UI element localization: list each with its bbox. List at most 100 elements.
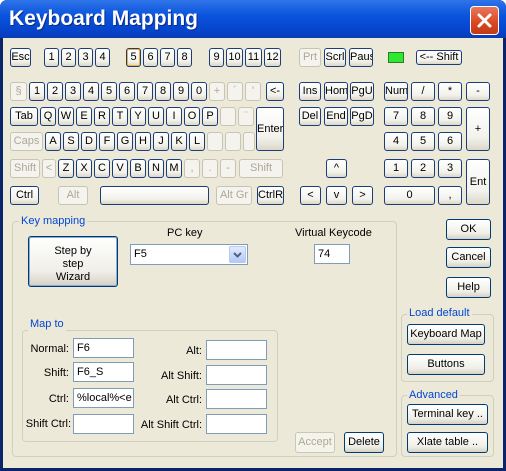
key-alt-gr[interactable]: Alt Gr — [216, 186, 252, 205]
key-f9[interactable]: 9 — [209, 48, 224, 67]
key-n[interactable]: N — [148, 159, 164, 178]
pc-key-select[interactable]: F5 — [130, 244, 248, 265]
key-8[interactable]: 8 — [155, 82, 171, 101]
key-ctrl-right[interactable]: CtrlR — [257, 186, 284, 205]
key-acute[interactable]: ´ — [227, 82, 243, 101]
alt-shift-ctrl-field[interactable] — [206, 414, 267, 434]
key-enter[interactable]: Enter — [256, 107, 284, 151]
ctrl-field[interactable]: %local%<e — [73, 388, 134, 408]
key-scrl[interactable]: Scrl — [324, 48, 346, 67]
key-num-7[interactable]: 7 — [384, 107, 408, 126]
key-num-8[interactable]: 8 — [411, 107, 435, 126]
key-o[interactable]: O — [184, 107, 200, 126]
key-aring[interactable] — [220, 107, 236, 126]
key-q[interactable]: Q — [40, 107, 56, 126]
key-section[interactable]: § — [10, 82, 27, 101]
key-ctrl-left[interactable]: Ctrl — [10, 186, 39, 205]
key-quote[interactable] — [243, 132, 255, 151]
key-4[interactable]: 4 — [83, 82, 99, 101]
key-f5[interactable]: 5 — [126, 48, 141, 67]
key-apostrophe[interactable]: ' — [245, 82, 261, 101]
keyboard-map-button[interactable]: Keyboard Map — [407, 324, 485, 345]
key-s[interactable]: S — [63, 132, 79, 151]
key-num-multiply[interactable]: * — [438, 82, 462, 101]
key-num-3[interactable]: 3 — [438, 159, 462, 178]
key-shift-left[interactable]: Shift — [10, 159, 40, 178]
normal-field[interactable]: F6 — [73, 338, 134, 358]
ok-button[interactable]: OK — [446, 219, 491, 240]
key-space[interactable] — [100, 186, 209, 205]
alt-field[interactable] — [206, 340, 267, 360]
alt-shift-field[interactable] — [206, 365, 267, 385]
shift-ctrl-field[interactable] — [73, 414, 134, 434]
key-v[interactable]: V — [112, 159, 128, 178]
key-page-up[interactable]: PgU — [350, 82, 374, 101]
shift-field[interactable]: F6_S — [73, 362, 134, 382]
key-comma[interactable]: , — [184, 159, 200, 178]
key-d[interactable]: D — [81, 132, 97, 151]
chevron-down-icon[interactable] — [229, 246, 246, 263]
key-f6[interactable]: 6 — [143, 48, 158, 67]
key-m[interactable]: M — [166, 159, 182, 178]
title-bar[interactable]: Keyboard Mapping — [0, 0, 506, 38]
cancel-button[interactable]: Cancel — [446, 247, 491, 268]
key-b[interactable]: B — [130, 159, 146, 178]
key-u[interactable]: U — [148, 107, 164, 126]
key-esc[interactable]: Esc — [10, 48, 31, 67]
alt-ctrl-field[interactable] — [206, 389, 267, 409]
key-f10[interactable]: 10 — [226, 48, 243, 67]
key-f7[interactable]: 7 — [160, 48, 175, 67]
key-num-1[interactable]: 1 — [384, 159, 408, 178]
xlate-table-button[interactable]: Xlate table .. — [407, 432, 488, 453]
key-j[interactable]: J — [153, 132, 169, 151]
key-caps[interactable]: Caps — [10, 132, 43, 151]
key-5[interactable]: 5 — [101, 82, 117, 101]
step-by-step-wizard-button[interactable]: Step by step Wizard — [28, 236, 118, 287]
terminal-key-button[interactable]: Terminal key .. — [407, 404, 488, 425]
key-r[interactable]: R — [94, 107, 110, 126]
key-y[interactable]: Y — [130, 107, 146, 126]
shift-toggle-key[interactable]: <-- Shift — [416, 50, 462, 65]
key-shift-right[interactable]: Shift — [239, 159, 283, 178]
key-backspace[interactable]: <- — [266, 82, 284, 101]
key-alt[interactable]: Alt — [58, 186, 88, 205]
key-g[interactable]: G — [117, 132, 133, 151]
key-f12[interactable]: 12 — [264, 48, 281, 67]
help-button[interactable]: Help — [446, 277, 491, 298]
key-h[interactable]: H — [135, 132, 151, 151]
key-2[interactable]: 2 — [47, 82, 63, 101]
key-i[interactable]: I — [166, 107, 182, 126]
close-button[interactable] — [470, 6, 499, 35]
key-k[interactable]: K — [171, 132, 187, 151]
key-f2[interactable]: 2 — [61, 48, 76, 67]
key-p[interactable]: P — [202, 107, 218, 126]
key-page-down[interactable]: PgD — [350, 107, 374, 126]
accept-button[interactable]: Accept — [295, 432, 335, 453]
key-num-5[interactable]: 5 — [411, 132, 435, 151]
key-home[interactable]: Hom — [324, 82, 348, 101]
key-paus[interactable]: Paus — [349, 48, 373, 67]
key-num-4[interactable]: 4 — [384, 132, 408, 151]
key-9[interactable]: 9 — [173, 82, 189, 101]
key-num-decimal[interactable]: , — [438, 186, 462, 205]
key-e[interactable]: E — [76, 107, 92, 126]
key-t[interactable]: T — [112, 107, 128, 126]
key-arrow-left[interactable]: < — [300, 186, 321, 205]
key-f3[interactable]: 3 — [78, 48, 93, 67]
key-tab[interactable]: Tab — [10, 107, 38, 126]
key-num-9[interactable]: 9 — [438, 107, 462, 126]
key-3[interactable]: 3 — [65, 82, 81, 101]
key-f11[interactable]: 11 — [245, 48, 262, 67]
buttons-button[interactable]: Buttons — [407, 354, 485, 375]
key-ins[interactable]: Ins — [299, 82, 321, 101]
key-7[interactable]: 7 — [137, 82, 153, 101]
key-plus[interactable]: + — [209, 82, 225, 101]
key-num-lock[interactable]: Num — [384, 82, 408, 101]
key-period[interactable]: . — [202, 159, 218, 178]
key-arrow-up[interactable]: ^ — [326, 159, 347, 178]
key-num-0[interactable]: 0 — [384, 186, 435, 205]
key-6[interactable]: 6 — [119, 82, 135, 101]
key-ae[interactable] — [225, 132, 241, 151]
key-f1[interactable]: 1 — [44, 48, 59, 67]
key-less-than[interactable]: < — [42, 159, 56, 178]
